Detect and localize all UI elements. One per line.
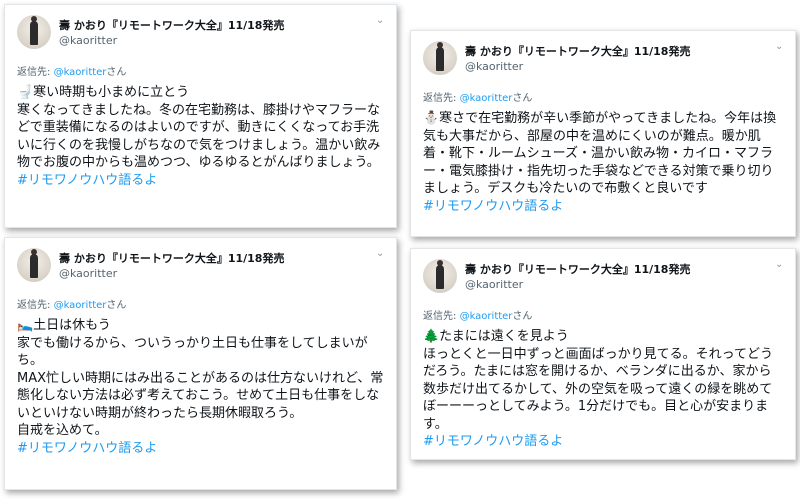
tweet-line: 寒くなってきましたね。冬の在宅勤務は、膝掛けやマフラーなどで重装備になるのはよい… [17,102,381,171]
tweet-card[interactable]: 壽 かおり『リモートワーク大全』11/18発売 @kaoritter ⌄ 返信先… [410,30,796,237]
display-name[interactable]: 壽 かおり『リモートワーク大全』11/18発売 [465,43,690,59]
tweet-card[interactable]: 壽 かおり『リモートワーク大全』11/18発売 @kaoritter ⌄ 返信先… [4,237,397,490]
user-handle[interactable]: @kaoritter [59,267,117,280]
reply-prefix: 返信先: [423,311,457,322]
reply-prefix: 返信先: [423,93,457,104]
tweet-text: 🛌土日は休もう 家でも働けるから、ついうっかり土日も仕事をしてしまいがち。 MA… [17,317,384,457]
reply-to: 返信先: @kaoritterさん [17,296,384,311]
reply-handle-link[interactable]: @kaoritter [460,93,513,104]
tweet-line: MAX忙しい時期にはみ出ることがあるのは仕方ないけれど、常態化しない方法は必ず考… [17,370,384,421]
hashtag-link[interactable]: #リモワノウハウ語るよ [17,440,384,458]
reply-to: 返信先: @kaoritterさん [423,307,783,322]
tweet-card[interactable]: 壽 かおり『リモートワーク大全』11/18発売 @kaoritter ⌄ 返信先… [410,248,796,460]
tweet-line: ⛄寒さで在宅勤務が辛い季節がやってきましたね。今年は換気も大事だから、部屋の中を… [423,111,777,196]
tweet-card[interactable]: 壽 かおり『リモートワーク大全』11/18発売 @kaoritter ⌄ 返信先… [4,4,397,228]
avatar[interactable] [17,248,51,282]
reply-to: 返信先: @kaoritterさん [423,89,783,104]
tweet-header: 壽 かおり『リモートワーク大全』11/18発売 @kaoritter ⌄ [17,15,384,55]
reply-suffix: さん [106,300,127,311]
tweet-line: 🌲たまには遠くを見よう [423,329,569,344]
reply-prefix: 返信先: [17,67,51,78]
display-name[interactable]: 壽 かおり『リモートワーク大全』11/18発売 [59,250,284,266]
user-handle[interactable]: @kaoritter [465,60,523,73]
tweet-line: 家でも働けるから、ついうっかり土日も仕事をしてしまいがち。 [17,335,368,369]
tweet-line: ほっとくと一日中ずっと画面ばっかり見てる。それってどうだろう。たまには窓を開ける… [423,346,773,432]
avatar[interactable] [423,259,457,293]
tweet-line: 自戒を込めて。 [17,423,108,438]
hashtag-link[interactable]: #リモワノウハウ語るよ [17,172,384,190]
reply-to: 返信先: @kaoritterさん [17,63,384,78]
hashtag-link[interactable]: #リモワノウハウ語るよ [423,433,783,451]
tweet-line: 🛌土日は休もう [17,318,111,333]
user-handle[interactable]: @kaoritter [59,34,117,47]
tweet-text: 🌲たまには遠くを見よう ほっとくと一日中ずっと画面ばっかり見てる。それってどうだ… [423,328,783,451]
reply-prefix: 返信先: [17,300,51,311]
chevron-down-icon[interactable]: ⌄ [376,16,384,26]
tweet-text: ⛄寒さで在宅勤務が辛い季節がやってきましたね。今年は換気も大事だから、部屋の中を… [423,110,783,215]
avatar[interactable] [423,41,457,75]
display-name[interactable]: 壽 かおり『リモートワーク大全』11/18発売 [59,17,284,33]
chevron-down-icon[interactable]: ⌄ [376,249,384,259]
avatar[interactable] [17,15,51,49]
tweet-line: 🚽寒い時期も小まめに立とう [17,85,190,100]
tweet-header: 壽 かおり『リモートワーク大全』11/18発売 @kaoritter ⌄ [423,259,783,299]
tweet-header: 壽 かおり『リモートワーク大全』11/18発売 @kaoritter ⌄ [17,248,384,288]
chevron-down-icon[interactable]: ⌄ [775,260,783,270]
user-handle[interactable]: @kaoritter [465,278,523,291]
reply-suffix: さん [512,311,533,322]
reply-handle-link[interactable]: @kaoritter [460,311,513,322]
display-name[interactable]: 壽 かおり『リモートワーク大全』11/18発売 [465,261,690,277]
hashtag-link[interactable]: #リモワノウハウ語るよ [423,198,783,216]
reply-suffix: さん [512,93,533,104]
tweet-header: 壽 かおり『リモートワーク大全』11/18発売 @kaoritter ⌄ [423,41,783,81]
reply-suffix: さん [106,67,127,78]
reply-handle-link[interactable]: @kaoritter [54,300,107,311]
reply-handle-link[interactable]: @kaoritter [54,67,107,78]
tweet-text: 🚽寒い時期も小まめに立とう 寒くなってきましたね。冬の在宅勤務は、膝掛けやマフラ… [17,84,384,189]
chevron-down-icon[interactable]: ⌄ [775,42,783,52]
